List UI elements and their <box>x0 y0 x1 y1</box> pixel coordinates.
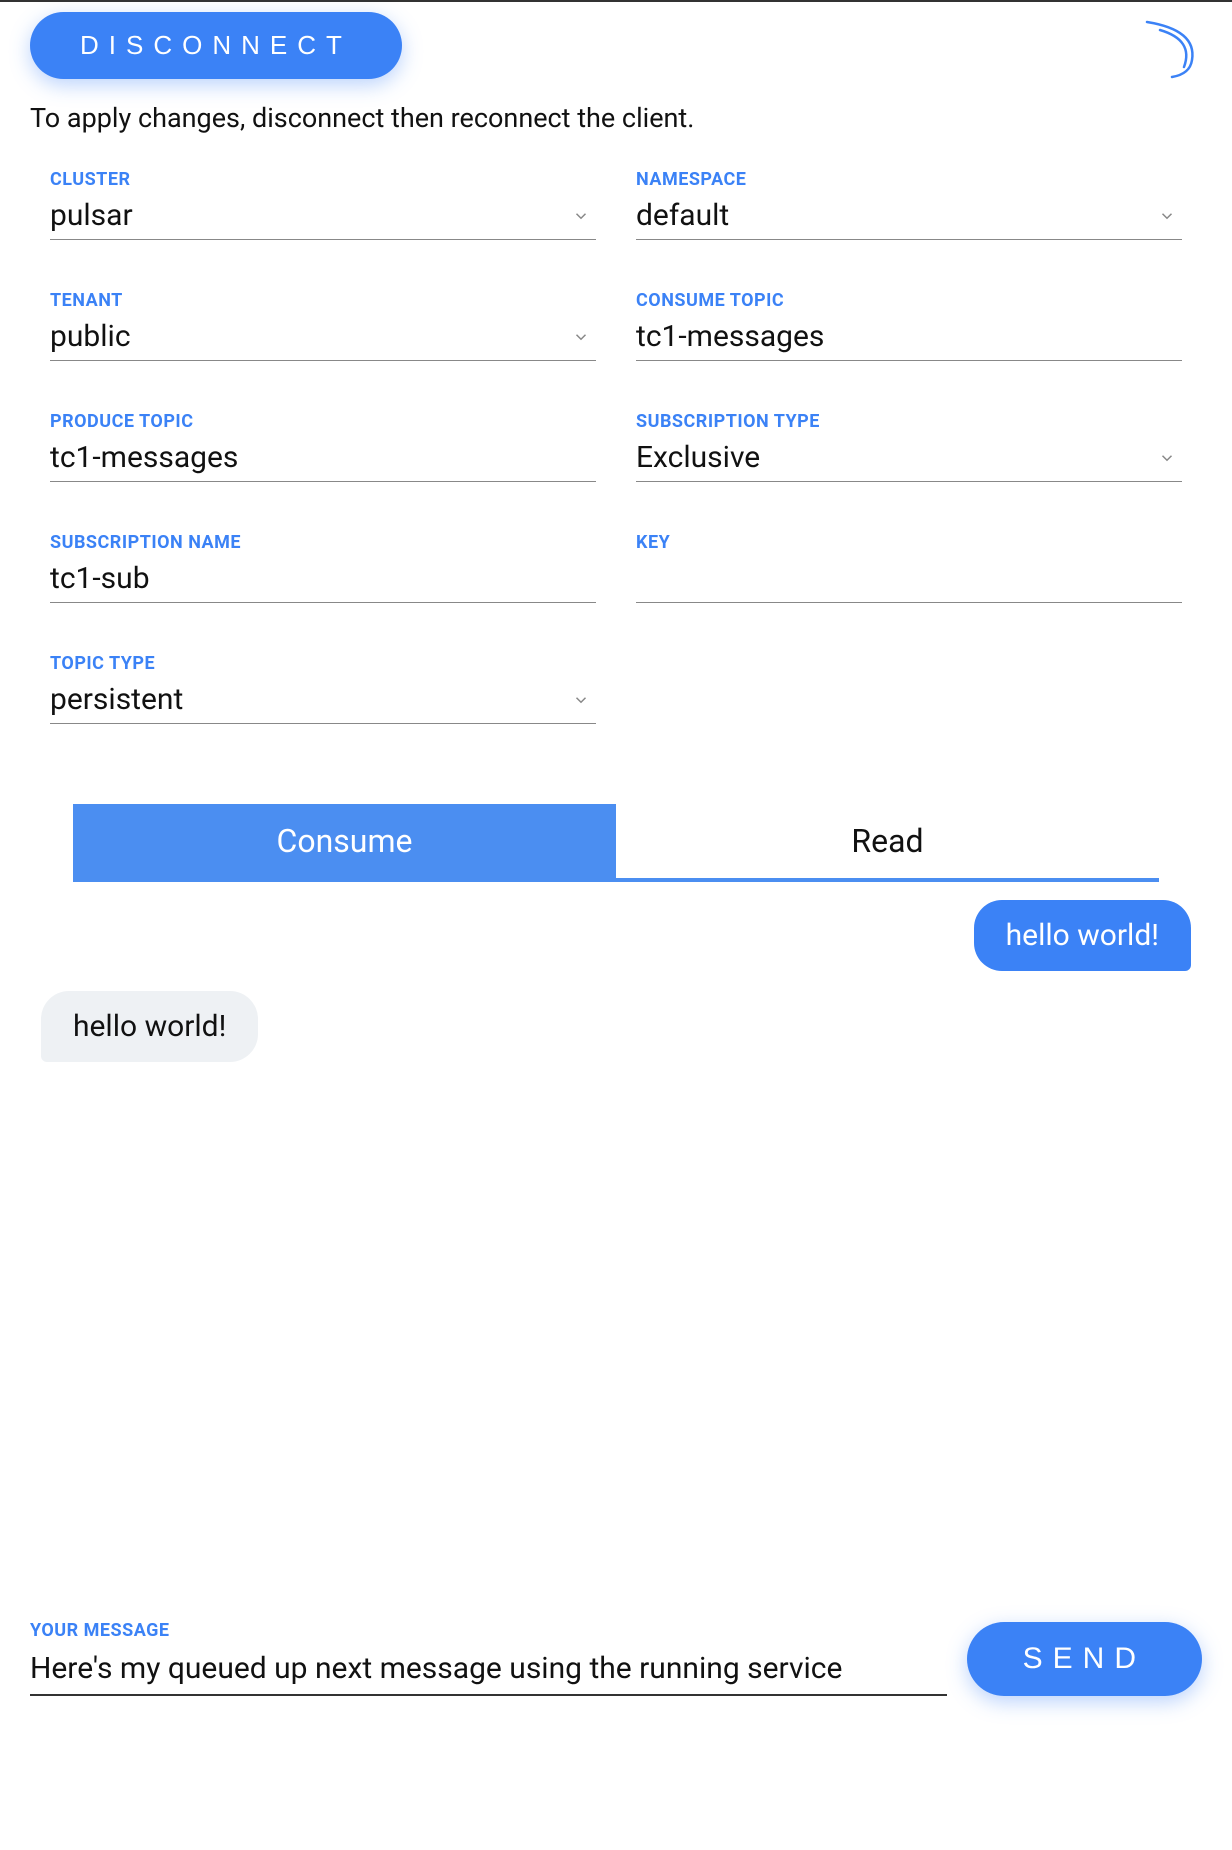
tenant-field: TENANT public <box>50 290 596 361</box>
topic-type-label: TOPIC TYPE <box>50 653 596 674</box>
cluster-value: pulsar <box>50 198 572 233</box>
subscription-type-field: SUBSCRIPTION TYPE Exclusive <box>636 411 1182 482</box>
app-logo-icon <box>1132 12 1202 82</box>
key-label: KEY <box>636 532 1182 553</box>
produce-topic-field: PRODUCE TOPIC tc1-messages <box>50 411 596 482</box>
mode-tabs: Consume Read <box>73 804 1159 882</box>
chevron-down-icon <box>572 328 590 346</box>
subscription-name-field: SUBSCRIPTION NAME tc1-sub <box>50 532 596 603</box>
consume-topic-value: tc1-messages <box>636 319 1182 354</box>
message-received: hello world! <box>41 991 258 1062</box>
produce-topic-label: PRODUCE TOPIC <box>50 411 596 432</box>
subscription-type-value: Exclusive <box>636 440 1158 475</box>
key-input[interactable] <box>636 563 1182 603</box>
subscription-name-label: SUBSCRIPTION NAME <box>50 532 596 553</box>
instruction-text: To apply changes, disconnect then reconn… <box>0 82 1232 144</box>
subscription-type-select[interactable]: Exclusive <box>636 440 1182 482</box>
messages-area: hello world! hello world! <box>41 900 1191 1620</box>
subscription-name-value: tc1-sub <box>50 561 596 596</box>
disconnect-button[interactable]: DISCONNECT <box>30 12 402 79</box>
cluster-select[interactable]: pulsar <box>50 198 596 240</box>
tenant-label: TENANT <box>50 290 596 311</box>
subscription-type-label: SUBSCRIPTION TYPE <box>636 411 1182 432</box>
cluster-label: CLUSTER <box>50 169 596 190</box>
message-sent: hello world! <box>974 900 1191 971</box>
chevron-down-icon <box>1158 207 1176 225</box>
send-button[interactable]: SEND <box>967 1622 1202 1696</box>
chevron-down-icon <box>572 207 590 225</box>
chevron-down-icon <box>572 691 590 709</box>
subscription-name-input[interactable]: tc1-sub <box>50 561 596 603</box>
tab-consume[interactable]: Consume <box>73 804 616 882</box>
namespace-value: default <box>636 198 1158 233</box>
message-input[interactable] <box>30 1647 947 1696</box>
chevron-down-icon <box>1158 449 1176 467</box>
consume-topic-field: CONSUME TOPIC tc1-messages <box>636 290 1182 361</box>
tenant-value: public <box>50 319 572 354</box>
key-field: KEY <box>636 532 1182 603</box>
produce-topic-value: tc1-messages <box>50 440 596 475</box>
tab-read[interactable]: Read <box>616 804 1159 882</box>
tenant-select[interactable]: public <box>50 319 596 361</box>
topic-type-value: persistent <box>50 682 572 717</box>
consume-topic-label: CONSUME TOPIC <box>636 290 1182 311</box>
namespace-label: NAMESPACE <box>636 169 1182 190</box>
consume-topic-input[interactable]: tc1-messages <box>636 319 1182 361</box>
compose-field: YOUR MESSAGE <box>30 1620 947 1696</box>
namespace-select[interactable]: default <box>636 198 1182 240</box>
topic-type-select[interactable]: persistent <box>50 682 596 724</box>
topic-type-field: TOPIC TYPE persistent <box>50 653 596 724</box>
namespace-field: NAMESPACE default <box>636 169 1182 240</box>
cluster-field: CLUSTER pulsar <box>50 169 596 240</box>
compose-label: YOUR MESSAGE <box>30 1620 947 1641</box>
produce-topic-input[interactable]: tc1-messages <box>50 440 596 482</box>
